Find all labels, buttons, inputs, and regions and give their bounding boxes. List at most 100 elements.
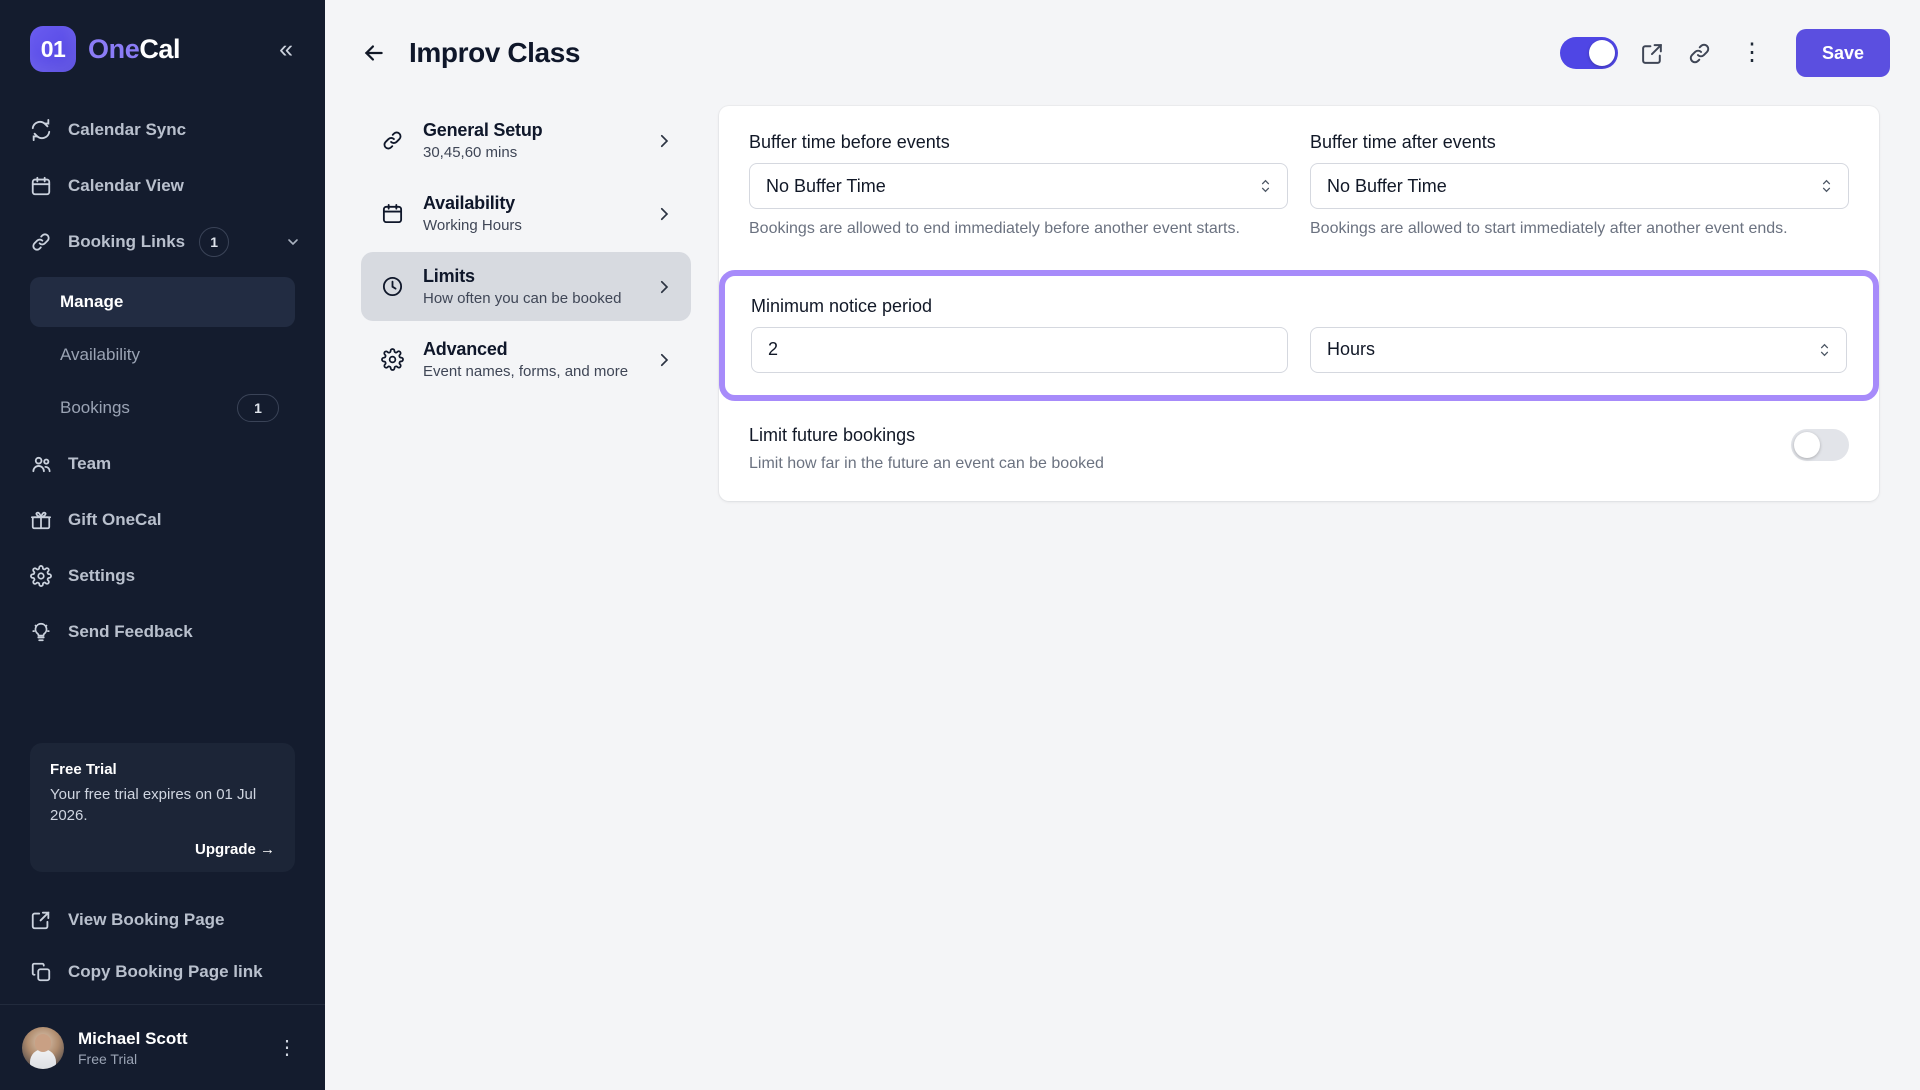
buffer-after-helper: Bookings are allowed to start immediatel…: [1310, 220, 1788, 237]
brand-name: OneCal: [88, 33, 181, 65]
user-name: Michael Scott: [78, 1028, 188, 1048]
sidebar-item-calendar-sync[interactable]: Calendar Sync: [0, 102, 325, 158]
buffer-after-value: No Buffer Time: [1327, 175, 1447, 196]
sidebar: 01 OneCal « Calendar Sync Calendar View: [0, 0, 325, 1090]
limits-card: Buffer time before events No Buffer Time…: [719, 106, 1879, 501]
copy-link-icon[interactable]: [1687, 41, 1712, 66]
buffer-before-label: Buffer time before events: [749, 132, 950, 152]
copy-icon: [30, 961, 58, 983]
sidebar-item-label: Team: [68, 454, 112, 473]
limits-content: Buffer time before events No Buffer Time…: [719, 106, 1879, 501]
sidebar-subitem-label: Availability: [60, 345, 141, 364]
upgrade-link[interactable]: Upgrade →: [50, 841, 275, 858]
sidebar-item-settings[interactable]: Settings: [0, 548, 325, 604]
back-button[interactable]: [361, 40, 387, 66]
tab-title: Advanced: [423, 339, 508, 359]
sidebar-item-send-feedback[interactable]: Send Feedback: [0, 604, 325, 660]
body-area: General Setup 30,45,60 mins Availability…: [325, 106, 1920, 501]
sidebar-nav: Calendar Sync Calendar View Booking Link…: [0, 102, 325, 660]
tab-subtitle: How often you can be booked: [423, 290, 622, 307]
limit-future-toggle-wrap: [1791, 428, 1849, 461]
limit-future-label: Limit future bookings: [749, 424, 916, 445]
tab-availability[interactable]: Availability Working Hours: [361, 179, 691, 248]
sidebar-item-manage[interactable]: Manage: [30, 277, 295, 327]
more-options-icon[interactable]: ⋮: [1734, 41, 1770, 65]
sidebar-item-copy-booking-page-link[interactable]: Copy Booking Page link: [0, 946, 325, 998]
user-plan: Free Trial: [78, 1050, 138, 1067]
buffer-before-field: Buffer time before events No Buffer Time…: [749, 132, 1288, 240]
buffer-before-select[interactable]: No Buffer Time: [749, 163, 1288, 209]
limit-future-description: Limit how far in the future an event can…: [749, 454, 1104, 472]
link-icon: [30, 231, 58, 253]
toggle-knob: [1794, 431, 1820, 458]
sidebar-item-view-booking-page[interactable]: View Booking Page: [0, 894, 325, 946]
preview-booking-page-icon[interactable]: [1640, 41, 1665, 66]
team-icon: [30, 453, 58, 476]
minimum-notice-amount-input[interactable]: 2: [751, 326, 1288, 373]
event-settings-nav: General Setup 30,45,60 mins Availability…: [361, 106, 691, 501]
calendar-icon: [381, 202, 411, 225]
lightbulb-icon: [30, 621, 58, 643]
tab-advanced[interactable]: Advanced Event names, forms, and more: [361, 325, 691, 394]
buffer-before-value: No Buffer Time: [766, 175, 886, 196]
event-enabled-toggle[interactable]: [1559, 37, 1618, 69]
collapse-sidebar-icon[interactable]: «: [273, 33, 299, 66]
sidebar-item-label: Copy Booking Page link: [68, 962, 263, 981]
tab-subtitle: Working Hours: [423, 217, 522, 234]
sidebar-item-booking-links[interactable]: Booking Links 1: [0, 214, 325, 270]
brand-name-part2: Cal: [139, 33, 181, 64]
topbar: Improv Class ⋮ Save: [325, 0, 1920, 106]
save-button[interactable]: Save: [1795, 29, 1890, 77]
sidebar-item-label: View Booking Page: [68, 910, 225, 929]
chevron-updown-icon: [1819, 176, 1834, 196]
limit-future-toggle[interactable]: [1791, 428, 1849, 461]
sidebar-item-availability[interactable]: Availability: [30, 330, 295, 380]
buffer-after-field: Buffer time after events No Buffer Time …: [1310, 132, 1849, 240]
tab-limits[interactable]: Limits How often you can be booked: [361, 252, 691, 321]
user-menu-icon[interactable]: ⋮: [271, 1029, 303, 1066]
chevron-updown-icon: [1258, 176, 1273, 196]
buffer-after-select[interactable]: No Buffer Time: [1310, 163, 1849, 209]
page-title: Improv Class: [409, 37, 581, 68]
sidebar-item-team[interactable]: Team: [0, 436, 325, 492]
sidebar-item-bookings[interactable]: Bookings 1: [30, 383, 295, 433]
minimum-notice-unit-wrap: Hours: [1310, 326, 1847, 373]
main-area: Improv Class ⋮ Save General Setup 30,45,…: [325, 0, 1920, 1090]
limit-future-text: Limit future bookings Limit how far in t…: [749, 425, 1104, 473]
link-icon: [381, 129, 411, 152]
gift-icon: [30, 509, 58, 531]
minimum-notice-unit-select[interactable]: Hours: [1310, 326, 1847, 373]
sidebar-item-label: Send Feedback: [68, 622, 193, 641]
minimum-notice-unit-value: Hours: [1327, 339, 1376, 360]
sidebar-item-label: Calendar Sync: [68, 120, 187, 139]
clock-icon: [381, 275, 411, 298]
sidebar-item-label: Calendar View: [68, 176, 184, 195]
brand-name-part1: One: [88, 33, 140, 64]
sidebar-item-gift-onecal[interactable]: Gift OneCal: [0, 492, 325, 548]
user-profile-row[interactable]: Michael Scott Free Trial ⋮: [0, 1004, 325, 1090]
buffer-times-row: Buffer time before events No Buffer Time…: [719, 106, 1879, 264]
buffer-before-helper: Bookings are allowed to end immediately …: [749, 220, 1240, 237]
topbar-actions: ⋮ Save: [1559, 29, 1890, 77]
minimum-notice-label: Minimum notice period: [751, 295, 933, 316]
tab-general-setup[interactable]: General Setup 30,45,60 mins: [361, 106, 691, 175]
bookings-badge: 1: [237, 394, 279, 422]
sidebar-item-calendar-view[interactable]: Calendar View: [0, 158, 325, 214]
sync-icon: [30, 119, 58, 141]
user-meta: Michael Scott Free Trial: [78, 1029, 188, 1067]
minimum-notice-section: Minimum notice period 2 Hours: [725, 276, 1873, 395]
app-root: 01 OneCal « Calendar Sync Calendar View: [0, 0, 1920, 1090]
chevron-right-icon: [655, 205, 673, 223]
calendar-icon: [30, 175, 58, 197]
gear-icon: [381, 348, 411, 371]
tab-subtitle: Event names, forms, and more: [423, 363, 629, 380]
toggle-knob: [1588, 40, 1615, 66]
external-link-icon: [30, 909, 58, 931]
chevron-right-icon: [655, 278, 673, 296]
minimum-notice-highlight: Minimum notice period 2 Hours: [719, 269, 1879, 401]
tab-text: Advanced Event names, forms, and more: [423, 339, 628, 380]
chevron-down-icon[interactable]: [285, 234, 301, 250]
tab-title: Availability: [423, 193, 515, 213]
sidebar-top: 01 OneCal « Calendar Sync Calendar View: [0, 0, 325, 660]
sidebar-bottom-links: View Booking Page Copy Booking Page link: [0, 872, 325, 1004]
